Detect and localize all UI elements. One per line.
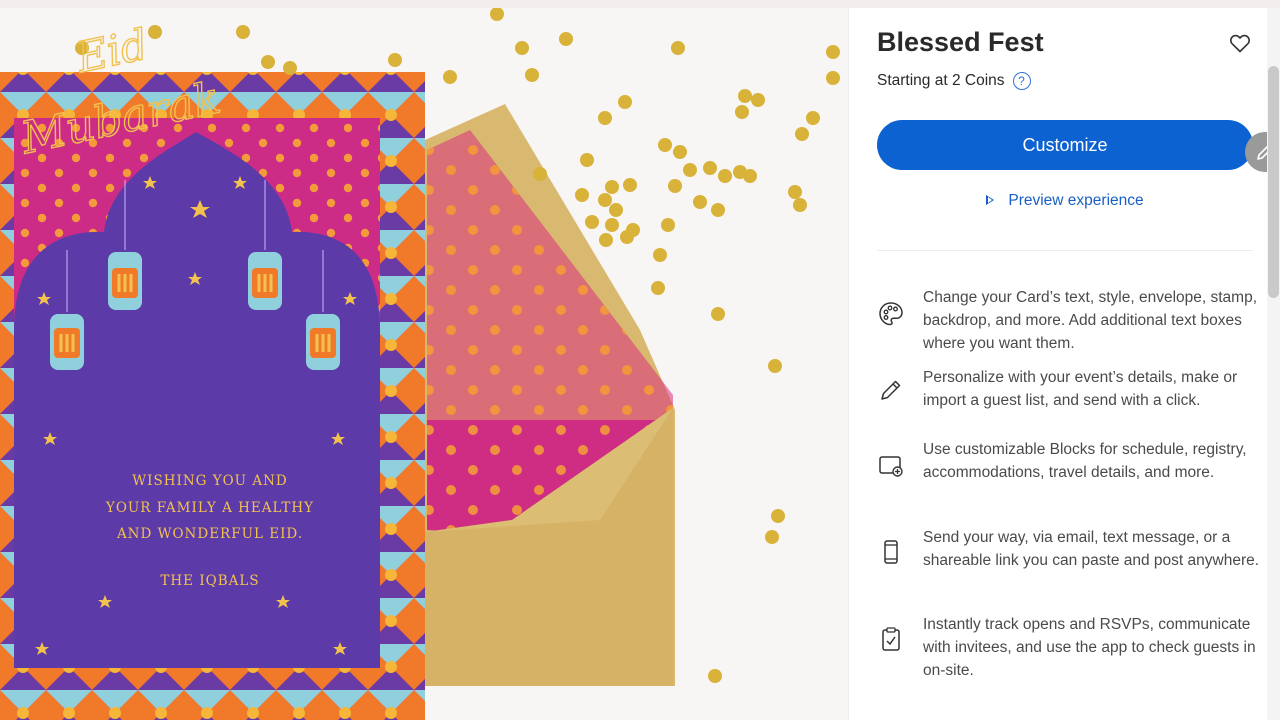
price-row: Starting at 2 Coins ?	[877, 72, 1031, 90]
card-signature: THE IQBALS	[160, 573, 260, 589]
greeting-card	[0, 72, 425, 720]
scrollbar-thumb[interactable]	[1268, 66, 1279, 298]
price-text: Starting at 2 Coins	[877, 72, 1005, 89]
clipboard-check-icon	[882, 627, 900, 651]
card-wish-line: YOUR FAMILY A HEALTHY	[105, 499, 315, 516]
feature-text: Use customizable Blocks for schedule, re…	[923, 441, 1247, 481]
card-preview-area: Eid Mubarak WISHING YOU AND YOUR FAMILY …	[0, 8, 848, 720]
card-wish-line: AND WONDERFUL EID.	[116, 526, 304, 542]
palette-icon	[879, 302, 903, 326]
card-wish-line: WISHING YOU AND	[132, 473, 288, 489]
feature-text: Change your Card’s text, style, envelope…	[923, 289, 1257, 352]
product-title: Blessed Fest	[877, 27, 1044, 57]
play-icon	[986, 194, 995, 205]
customize-button[interactable]: Customize	[877, 120, 1253, 170]
divider	[877, 250, 1253, 251]
heart-outline-icon[interactable]	[1228, 31, 1252, 55]
card-script-title: Eid Mubarak	[15, 19, 225, 158]
preview-experience-label: Preview experience	[1008, 192, 1144, 209]
blocks-add-icon	[879, 456, 903, 477]
card-script-line2: Mubarak	[16, 72, 225, 158]
product-panel: Blessed Fest Starting at 2 Coins ? Custo…	[848, 8, 1267, 720]
feature-text: Personalize with your event’s details, m…	[923, 369, 1238, 409]
card-wish-text: WISHING YOU AND YOUR FAMILY A HEALTHY AN…	[60, 468, 360, 548]
feature-text: Send your way, via email, text message, …	[923, 529, 1260, 569]
phone-icon	[884, 540, 898, 564]
feature-text: Instantly track opens and RSVPs, communi…	[923, 616, 1256, 679]
pencil-icon	[881, 380, 901, 400]
top-strip	[0, 0, 1280, 8]
envelope	[425, 104, 675, 686]
question-circle-icon[interactable]: ?	[1012, 72, 1031, 90]
preview-experience-link[interactable]: Preview experience	[877, 192, 1253, 210]
card-script-line1: Eid	[71, 20, 152, 83]
